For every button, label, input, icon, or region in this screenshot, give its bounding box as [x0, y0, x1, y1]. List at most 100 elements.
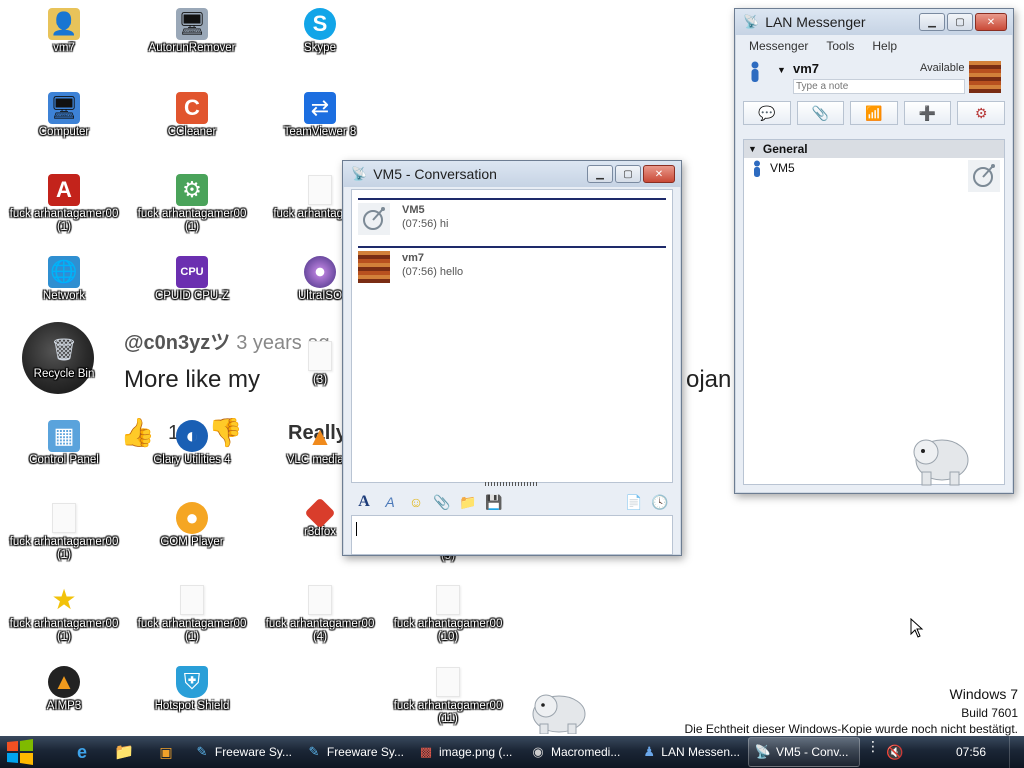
- maximize-button[interactable]: ▢: [615, 165, 641, 183]
- shield-icon: ⛨: [176, 666, 208, 698]
- font-color-icon[interactable]: A: [381, 493, 399, 511]
- attach-folder-icon[interactable]: 📁: [459, 493, 477, 511]
- taskbar-ie[interactable]: e: [62, 738, 102, 766]
- chat-bubble-icon: 💬: [758, 104, 776, 121]
- recycle-bin-icon: 🗑: [50, 337, 78, 362]
- vlc-cone-icon: ▲: [307, 421, 333, 451]
- taskbar-explorer[interactable]: 📁: [104, 738, 144, 766]
- history-icon[interactable]: 🕓: [651, 493, 669, 511]
- contact-name: VM5: [770, 161, 795, 175]
- minimize-button[interactable]: ▁: [919, 13, 945, 31]
- save-icon[interactable]: 💾: [485, 493, 503, 511]
- windows-logo-icon: [7, 739, 33, 765]
- taskbar-item-freeware-2[interactable]: ✎ Freeware Sy...: [300, 738, 410, 766]
- taskbar-item-freeware-1[interactable]: ✎ Freeware Sy...: [188, 738, 298, 766]
- attach-file-icon[interactable]: 📎: [433, 493, 451, 511]
- desktop-icon-gom-player[interactable]: ● GOM Player: [132, 502, 252, 549]
- chat-button[interactable]: 💬: [743, 101, 791, 125]
- mouse-cursor-icon: [910, 617, 924, 641]
- lan-titlebar[interactable]: 📡 LAN Messenger ▁ ▢ ✕: [735, 9, 1013, 35]
- close-button[interactable]: ✕: [975, 13, 1007, 31]
- polar-bear-icon: [530, 688, 588, 735]
- maximize-button[interactable]: ▢: [947, 13, 973, 31]
- tray-overflow-icon[interactable]: ⋮: [866, 739, 880, 753]
- show-desktop-button[interactable]: [1009, 736, 1024, 768]
- disc-icon: [304, 256, 336, 288]
- start-button[interactable]: [0, 736, 40, 768]
- windows-version: Windows 7: [949, 686, 1018, 702]
- status-person-icon[interactable]: [749, 61, 761, 83]
- conversation-titlebar[interactable]: 📡 VM5 - Conversation ▁ ▢ ✕: [343, 161, 681, 187]
- desktop-icon-autorunremover[interactable]: 🖥 AutorunRemover: [132, 8, 252, 55]
- taskbar-item-conversation[interactable]: 📡 VM5 - Conv...: [748, 737, 860, 767]
- add-contact-button[interactable]: ➕: [903, 101, 952, 125]
- desktop-icon-vm7[interactable]: 👤 vm7: [4, 8, 124, 55]
- note-input[interactable]: [793, 79, 965, 94]
- taskbar: e 📁 ▣ ✎ Freeware Sy... ✎ Freeware Sy... ▩ i…: [0, 736, 1024, 768]
- status-dropdown-arrow[interactable]: ▼: [777, 65, 786, 75]
- desktop-icon-cpuz[interactable]: CPU CPUID CPU-Z: [132, 256, 252, 303]
- smiley-icon[interactable]: ☺: [407, 493, 425, 511]
- internet-explorer-icon: e: [76, 741, 87, 762]
- user-name: vm7: [793, 61, 820, 76]
- desktop-icon-aimp3[interactable]: ▲ AIMP3: [4, 666, 124, 713]
- message-item: vm7 (07:56) hello: [358, 246, 666, 292]
- satellite-icon: 📡: [351, 166, 368, 181]
- taskbar-media[interactable]: ▣: [146, 738, 186, 766]
- desktop-icon-recycle-bin[interactable]: 🗑 Recycle Bin: [4, 334, 124, 381]
- desktop-icon-teamviewer[interactable]: ⇄ TeamViewer 8: [260, 92, 380, 139]
- send-file-icon[interactable]: 📄: [625, 493, 643, 511]
- taskbar-item-image[interactable]: ▩ image.png (...: [412, 738, 522, 766]
- satellite-avatar-icon: [968, 160, 1000, 192]
- lan-messenger-window[interactable]: 📡 LAN Messenger ▁ ▢ ✕ Messenger Tools He…: [734, 8, 1014, 494]
- desktop-icon-favorite[interactable]: ★ fuck arhantagamer00 (1): [4, 584, 124, 644]
- taskbar-item-macromedia[interactable]: ◉ Macromedi...: [524, 738, 634, 766]
- collapse-arrow-icon: ▼: [748, 144, 757, 154]
- lan-toolbar: 💬 📎 📶 ➕ ⚙: [735, 97, 1013, 129]
- skype-icon: S: [304, 8, 336, 40]
- desktop-icon-network[interactable]: 🌐 Network: [4, 256, 124, 303]
- message-history[interactable]: VM5 (07:56) hi vm7 (07:56) hello: [351, 189, 673, 483]
- menu-tools[interactable]: Tools: [826, 39, 854, 53]
- desktop-icon-ccleaner[interactable]: C CCleaner: [132, 92, 252, 139]
- settings-button[interactable]: ⚙: [957, 101, 1005, 125]
- document-icon: [304, 174, 336, 206]
- document-icon: [304, 584, 336, 616]
- desktop-icon-file-setup[interactable]: ⚙ fuck arhantagamer00 (1): [132, 174, 252, 234]
- desktop-icon-file-blank-6[interactable]: fuck arhantagamer00 (4): [260, 584, 380, 644]
- desktop-icon-hotspot-shield[interactable]: ⛨ Hotspot Shield: [132, 666, 252, 713]
- document-icon: [176, 584, 208, 616]
- splitter-handle[interactable]: [485, 482, 539, 486]
- r3dfox-icon: [304, 497, 336, 529]
- taskbar-clock[interactable]: 07:56: [956, 745, 986, 759]
- autorunremover-icon: 🖥: [176, 8, 208, 40]
- desktop-icon-file-blank-4[interactable]: fuck arhantagamer00 (1): [4, 502, 124, 562]
- desktop-icon-glary-utilities[interactable]: ◐ Glary Utilities 4: [132, 420, 252, 467]
- user-status[interactable]: Available: [920, 62, 964, 74]
- file-transfer-button[interactable]: 📎: [796, 101, 845, 125]
- close-button[interactable]: ✕: [643, 165, 675, 183]
- user-avatar-icon[interactable]: [969, 61, 1001, 93]
- desktop-icon-skype[interactable]: S Skype: [260, 8, 380, 55]
- contact-item[interactable]: VM5: [744, 158, 1004, 192]
- message-input[interactable]: [351, 515, 673, 555]
- desktop-icon-file-blank-8[interactable]: fuck arhantagamer00 (11): [388, 666, 508, 726]
- desktop-icon-computer[interactable]: 🖥 Computer: [4, 92, 124, 139]
- menu-help[interactable]: Help: [872, 39, 897, 53]
- document-icon: [432, 584, 464, 616]
- desktop-icon-file-blank-7[interactable]: fuck arhantagamer00 (10): [388, 584, 508, 644]
- font-icon[interactable]: A: [355, 493, 373, 511]
- minimize-button[interactable]: ▁: [587, 165, 613, 183]
- media-player-icon: ▣: [159, 743, 173, 760]
- conversation-icon: 📡: [754, 744, 772, 759]
- lan-icon: ♟: [643, 744, 655, 759]
- broadcast-button[interactable]: 📶: [850, 101, 898, 125]
- menu-messenger[interactable]: Messenger: [749, 39, 808, 53]
- conversation-window[interactable]: 📡 VM5 - Conversation ▁ ▢ ✕ VM5 (07:56) h…: [342, 160, 682, 556]
- volume-muted-icon[interactable]: 🔇: [886, 744, 903, 761]
- desktop-icon-file-blank-5[interactable]: fuck arhantagamer00 (1): [132, 584, 252, 644]
- taskbar-item-lan-messenger[interactable]: ♟ LAN Messen...: [636, 738, 746, 766]
- desktop-icon-control-panel[interactable]: ▦ Control Panel: [4, 420, 124, 467]
- group-header[interactable]: ▼ General: [744, 140, 1004, 158]
- desktop-icon-file-pdf[interactable]: A fuck arhantagamer00 (1): [4, 174, 124, 234]
